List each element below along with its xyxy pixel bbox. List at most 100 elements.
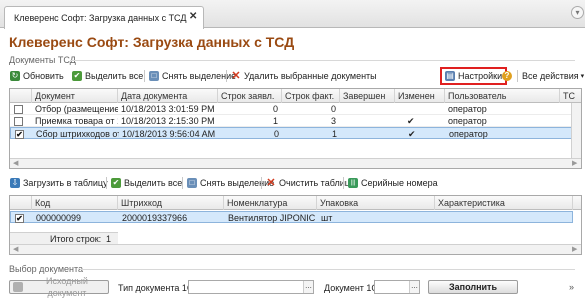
doc-type-field[interactable]: ... bbox=[188, 280, 314, 294]
cell-lines-actual: 0 bbox=[330, 104, 336, 114]
column-header-ts[interactable]: ТС bbox=[560, 89, 581, 103]
cell-user: оператор bbox=[448, 104, 487, 114]
lines-select-all-button[interactable]: ✔ Выделить все bbox=[111, 176, 182, 190]
toolbar-separator bbox=[261, 177, 262, 189]
column-header-check[interactable] bbox=[10, 89, 32, 103]
deselect-button[interactable]: □ Снять выделение bbox=[149, 69, 236, 83]
toolbar-separator bbox=[182, 177, 183, 189]
scroll-right-icon[interactable]: ▶ bbox=[572, 159, 577, 167]
cell-lines-declared: 0 bbox=[273, 129, 279, 139]
cell-code: 000000099 bbox=[36, 213, 82, 223]
cell-lines-declared: 1 bbox=[272, 116, 278, 126]
cell-changed: ✔ bbox=[407, 116, 415, 126]
all-actions-menu[interactable]: Все действия ▾ bbox=[522, 69, 584, 83]
select-all-button[interactable]: ✔ Выделить все bbox=[72, 69, 143, 83]
select-all-label: Выделить все bbox=[85, 71, 144, 81]
cell-item: Вентилятор JIPONIC (Тай... bbox=[228, 213, 318, 223]
lines-select-all-label: Выделить все bbox=[124, 178, 183, 188]
row-checkbox[interactable]: ✔ bbox=[15, 214, 24, 223]
lines-table: Код Штрихкод Номенклатура Упаковка Харак… bbox=[9, 195, 582, 255]
cell-characteristic bbox=[436, 212, 574, 224]
cell-changed: ✔ bbox=[408, 129, 416, 139]
settings-label: Настройки bbox=[458, 71, 503, 81]
documents-table-header: Документ Дата документа Строк заявл. Стр… bbox=[10, 89, 581, 103]
row-checkbox[interactable] bbox=[14, 117, 23, 126]
help-button[interactable]: ? bbox=[502, 69, 515, 83]
section-divider bbox=[70, 60, 575, 61]
table-row[interactable]: Отбор (размещение) то... 10/18/2013 3:01… bbox=[10, 103, 573, 115]
doc-select-button[interactable]: ... bbox=[409, 281, 419, 293]
load-to-table-button[interactable]: ⇩ Загрузить в таблицу bbox=[10, 176, 108, 190]
cell-done bbox=[340, 115, 395, 127]
section-divider bbox=[80, 269, 575, 270]
column-header-changed[interactable]: Изменен bbox=[395, 89, 445, 103]
lines-deselect-label: Снять выделение bbox=[200, 178, 275, 188]
doc-field[interactable]: ... bbox=[374, 280, 420, 294]
column-header-user[interactable]: Пользователь bbox=[445, 89, 560, 103]
horizontal-scrollbar[interactable]: ◀ ▶ bbox=[10, 158, 581, 168]
delete-selected-button[interactable]: ✕ Удалить выбранные документы bbox=[231, 69, 376, 83]
document-icon bbox=[13, 282, 23, 292]
cell-pack: шт bbox=[321, 213, 333, 223]
settings-button[interactable]: ▤ Настройки bbox=[440, 67, 508, 85]
cell-changed bbox=[395, 103, 445, 115]
cell-date: 10/18/2013 2:15:30 PM bbox=[121, 116, 215, 126]
cell-user: оператор bbox=[448, 116, 487, 126]
refresh-icon: ↻ bbox=[10, 71, 20, 81]
column-header-item[interactable]: Номенклатура bbox=[224, 196, 317, 210]
column-header-pack[interactable]: Упаковка bbox=[317, 196, 435, 210]
column-header-done[interactable]: Завершен bbox=[340, 89, 395, 103]
scroll-left-icon[interactable]: ◀ bbox=[13, 245, 18, 253]
column-header-lines-actual[interactable]: Строк факт. bbox=[282, 89, 340, 103]
table-footer: Итого строк: 1 bbox=[10, 232, 118, 244]
help-icon: ? bbox=[502, 71, 512, 81]
row-checkbox[interactable]: ✔ bbox=[15, 130, 24, 139]
chevron-down-icon[interactable]: ▾ bbox=[571, 6, 584, 19]
serial-numbers-button[interactable]: ||| Серийные номера bbox=[348, 176, 438, 190]
delete-icon: ✕ bbox=[266, 177, 276, 189]
doc-type-select-button[interactable]: ... bbox=[303, 281, 313, 293]
source-document-label: Исходный документ bbox=[45, 276, 88, 298]
select-all-icon: ✔ bbox=[111, 178, 121, 188]
serial-numbers-label: Серийные номера bbox=[361, 178, 438, 188]
refresh-button[interactable]: ↻ Обновить bbox=[10, 69, 64, 83]
row-checkbox[interactable] bbox=[14, 105, 23, 114]
all-actions-label: Все действия bbox=[522, 71, 579, 81]
vertical-scrollbar[interactable] bbox=[571, 103, 581, 158]
column-header-check[interactable] bbox=[10, 196, 32, 210]
table-row[interactable]: Приемка товара от 18... 10/18/2013 2:15:… bbox=[10, 115, 573, 127]
barcode-icon: ||| bbox=[348, 178, 358, 188]
scroll-right-icon[interactable]: ▶ bbox=[572, 245, 577, 253]
column-header-barcode[interactable]: Штрихкод bbox=[118, 196, 224, 210]
column-header-document[interactable]: Документ bbox=[32, 89, 118, 103]
cell-lines-actual: 1 bbox=[331, 129, 337, 139]
total-rows-label: Итого строк: bbox=[50, 234, 102, 244]
select-all-icon: ✔ bbox=[72, 71, 82, 81]
chevron-down-icon: ▾ bbox=[580, 73, 585, 80]
horizontal-scrollbar[interactable]: ◀ ▶ bbox=[10, 244, 581, 254]
toolbar-separator bbox=[517, 70, 518, 82]
cell-date: 10/18/2013 3:01:59 PM bbox=[121, 104, 215, 114]
tab-bar: Клеверенс Софт: Загрузка данных с ТСД ✕ … bbox=[0, 0, 585, 29]
toolbar-separator bbox=[144, 70, 145, 82]
scroll-left-icon[interactable]: ◀ bbox=[13, 159, 18, 167]
expand-icon[interactable]: » bbox=[569, 282, 574, 292]
column-header-lines-declared[interactable]: Строк заявл. bbox=[218, 89, 282, 103]
close-icon[interactable]: ✕ bbox=[189, 11, 197, 22]
cell-done bbox=[341, 128, 396, 140]
fill-button[interactable]: Заполнить bbox=[428, 280, 518, 294]
column-header-characteristic[interactable]: Характеристика bbox=[435, 196, 573, 210]
table-row-selected[interactable]: ✔ Сбор штрихкодов от 18... 10/18/2013 9:… bbox=[10, 127, 573, 139]
toolbar-separator bbox=[226, 70, 227, 82]
column-header-date[interactable]: Дата документа bbox=[118, 89, 218, 103]
cell-date: 10/18/2013 9:56:04 AM bbox=[122, 129, 216, 139]
select-doc-section-label: Выбор документа bbox=[9, 264, 84, 274]
lines-table-header: Код Штрихкод Номенклатура Упаковка Харак… bbox=[10, 196, 581, 210]
source-document-button[interactable]: Исходный документ bbox=[9, 276, 109, 298]
table-row-selected[interactable]: ✔ 000000099 2000019337966 Вентилятор JIP… bbox=[10, 211, 573, 223]
deselect-icon: □ bbox=[187, 178, 197, 188]
clear-table-button[interactable]: ✕ Очистить таблицу bbox=[266, 176, 354, 190]
deselect-label: Снять выделение bbox=[162, 71, 237, 81]
column-header-code[interactable]: Код bbox=[32, 196, 118, 210]
document-tab[interactable]: Клеверенс Софт: Загрузка данных с ТСД bbox=[4, 6, 204, 29]
